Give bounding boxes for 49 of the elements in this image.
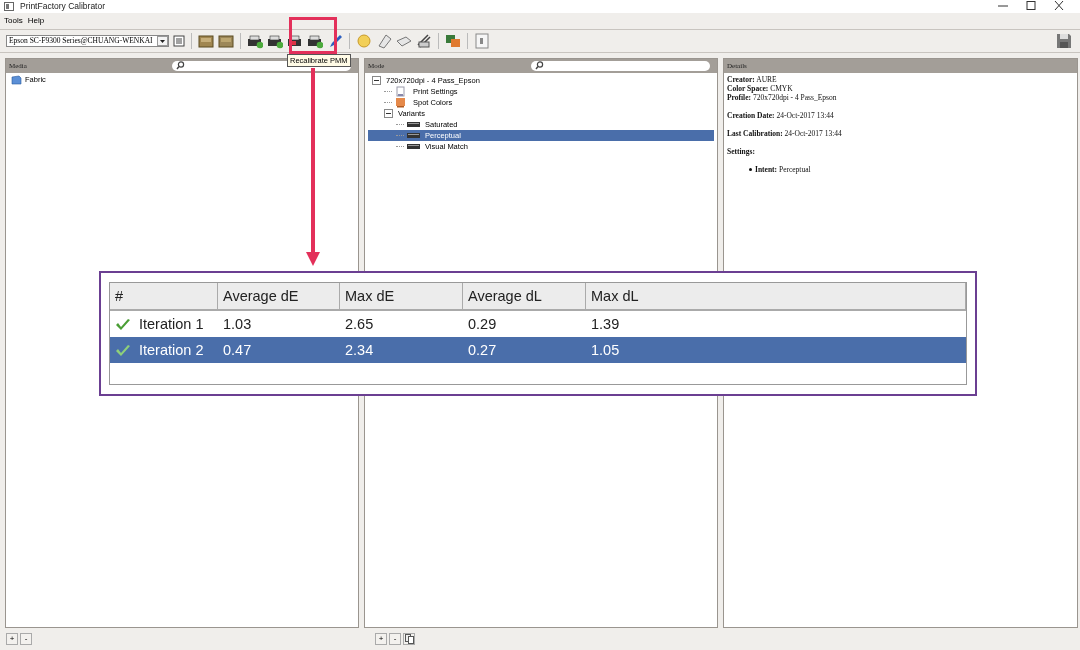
table-cell: 0.47 [223, 342, 252, 358]
close-icon[interactable] [1052, 0, 1066, 13]
table-cell: Iteration 1 [139, 316, 204, 332]
box-icon[interactable] [218, 32, 234, 49]
printer-icon[interactable] [287, 32, 303, 49]
page-icon [395, 85, 408, 97]
table-cell: 1.39 [591, 316, 620, 332]
box-icon[interactable] [198, 32, 214, 49]
sheet-icon[interactable] [416, 32, 432, 49]
menu-item[interactable]: Tools [4, 16, 23, 26]
table-cell: 1.05 [591, 342, 620, 358]
collapse-icon[interactable] [384, 108, 393, 118]
column-header[interactable]: Average dE [218, 283, 340, 309]
table-row[interactable]: Iteration 2 0.47 2.34 0.27 1.05 [110, 337, 966, 363]
collapse-icon[interactable] [372, 75, 381, 85]
remove-button[interactable]: - [20, 633, 32, 645]
monitors-icon[interactable] [445, 32, 461, 49]
table-cell: 0.27 [468, 342, 497, 358]
menu-item[interactable]: Help [27, 16, 45, 26]
search-icon [535, 61, 544, 71]
window-title: PrintFactory Calibrator [20, 1, 106, 12]
highlight-frame [289, 17, 337, 54]
column-header[interactable]: Max dE [340, 283, 463, 309]
column-header[interactable]: # [110, 283, 218, 309]
list-icon[interactable] [173, 34, 185, 47]
copy-icon [404, 634, 414, 644]
table-cell: Iteration 2 [139, 342, 204, 358]
column-header[interactable]: Average dL [463, 283, 586, 309]
table-cell: 2.34 [345, 342, 374, 358]
table-cell: 0.29 [468, 316, 497, 332]
add-button[interactable]: + [375, 633, 387, 645]
printer-icon[interactable] [247, 32, 263, 49]
search-field[interactable] [531, 60, 710, 71]
palette-icon [395, 96, 408, 108]
add-button[interactable]: + [6, 633, 18, 645]
printer-icon[interactable] [307, 32, 323, 49]
table-cell: 2.65 [345, 316, 374, 332]
printer-icon[interactable] [267, 32, 283, 49]
table-row[interactable]: Iteration 1 1.03 2.65 0.29 1.39 [110, 311, 966, 337]
save-icon[interactable] [1056, 32, 1072, 49]
remove-button[interactable]: - [389, 633, 401, 645]
table-cell: 1.03 [223, 316, 252, 332]
copy-button[interactable] [403, 633, 415, 645]
document-icon[interactable] [474, 32, 490, 49]
bullet-icon [749, 167, 752, 171]
pen-icon[interactable] [327, 32, 343, 49]
column-header[interactable]: Max dL [586, 283, 966, 309]
maximize-icon[interactable] [1024, 0, 1038, 13]
search-icon [176, 61, 185, 71]
